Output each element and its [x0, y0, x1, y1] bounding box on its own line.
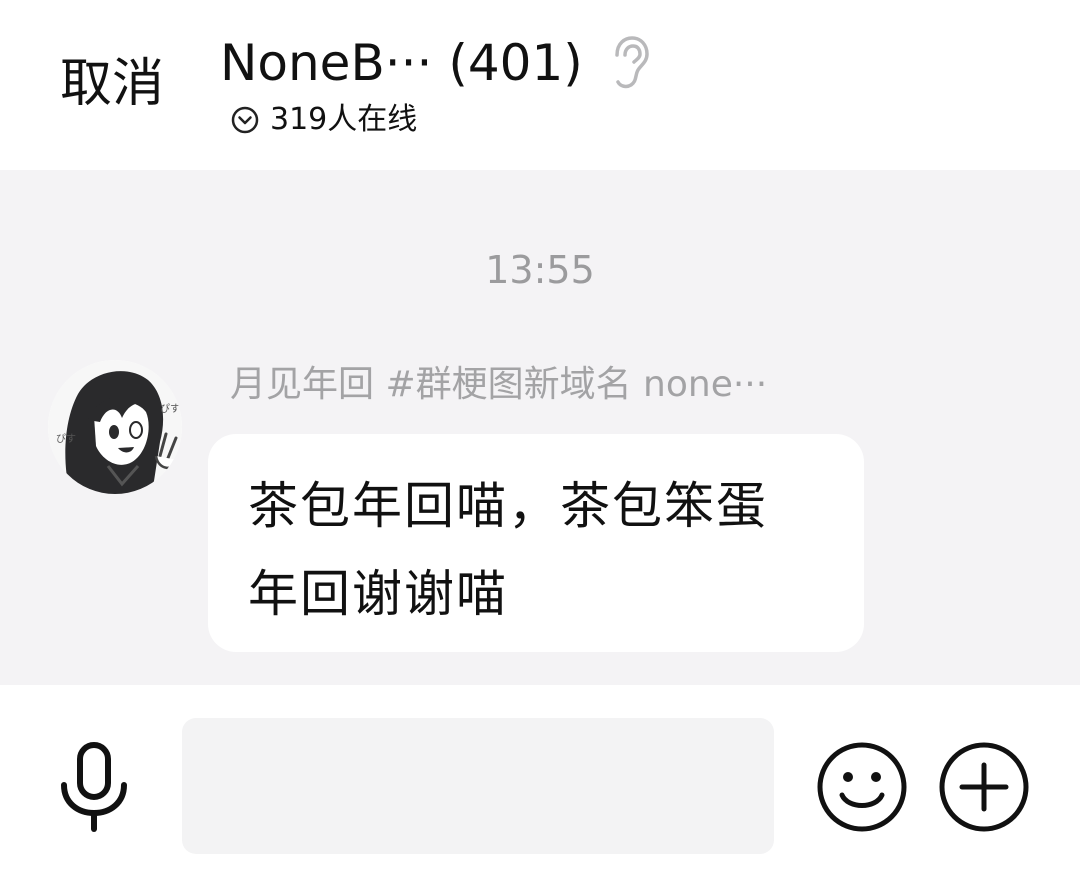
message-list[interactable]: 13:55 ぴす ぴす 月见年回 #群梗图新域名 none··· 茶包年回喵，茶… [0, 170, 1080, 685]
message-bubble[interactable]: 茶包年回喵，茶包笨蛋 年回谢谢喵 [208, 434, 864, 652]
plus-circle-icon [939, 742, 1029, 832]
cancel-button[interactable]: 取消 [60, 52, 164, 116]
message-timestamp: 13:55 [485, 248, 595, 292]
title-row: NoneB··· (401) [220, 32, 651, 94]
emoji-button[interactable] [816, 741, 908, 833]
message-text-line: 茶包年回喵，茶包笨蛋 [248, 477, 768, 535]
message-input[interactable] [182, 718, 774, 854]
online-status[interactable]: 319人在线 [230, 100, 417, 140]
group-title[interactable]: NoneB··· (401) [220, 32, 583, 94]
avatar[interactable]: ぴす ぴす [48, 360, 182, 494]
smiley-icon [817, 742, 907, 832]
sender-name[interactable]: 月见年回 #群梗图新域名 none··· [230, 362, 830, 408]
avatar-icon: ぴす ぴす [48, 360, 182, 494]
microphone-icon [61, 742, 127, 832]
svg-text:ぴす: ぴす [56, 433, 76, 445]
more-button[interactable] [938, 741, 1030, 833]
voice-button[interactable] [56, 741, 132, 833]
input-bar [0, 685, 1080, 888]
online-count: 319人在线 [270, 102, 418, 137]
message-text-line: 年回谢谢喵 [248, 565, 508, 623]
chevron-down-circle-icon [231, 106, 259, 134]
chat-screen: 取消 NoneB··· (401) 319人在线 13:55 ぴす ぴす 月见年… [0, 0, 1080, 888]
chat-header: 取消 NoneB··· (401) 319人在线 [0, 0, 1080, 170]
ear-icon[interactable] [607, 35, 651, 91]
svg-text:ぴす: ぴす [160, 403, 180, 415]
